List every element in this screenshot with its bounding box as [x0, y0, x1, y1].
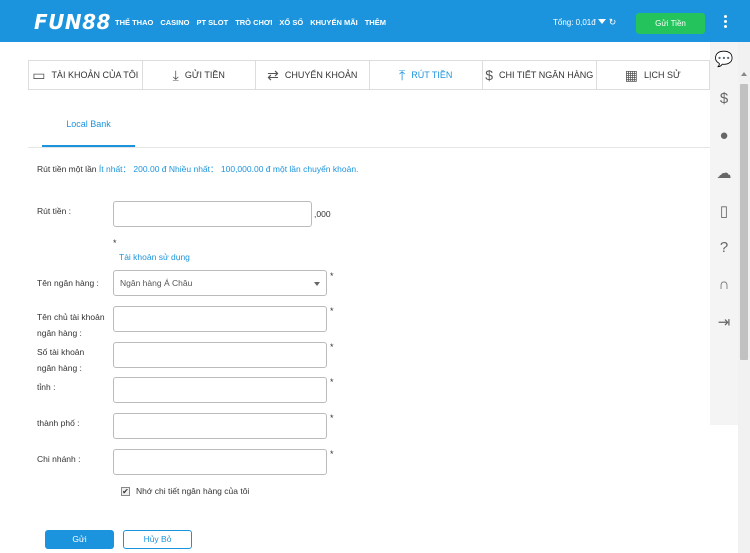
logo[interactable]: FUN88: [34, 10, 111, 34]
withdraw-limit-notice: Rút tiền một lần Ít nhất： 200.00 đ Nhiều…: [37, 163, 358, 175]
bank-name-label: Tên ngân hàng :: [37, 278, 99, 288]
holder-name-input[interactable]: [113, 306, 327, 332]
tab-deposit[interactable]: ⤓ GỬI TIỀN: [143, 61, 256, 89]
mobile-icon[interactable]: ▯: [714, 202, 734, 222]
nav-item-more[interactable]: THÊM: [365, 18, 386, 27]
scroll-thumb[interactable]: [740, 84, 748, 360]
nav-item-slot[interactable]: PT SLOT: [197, 18, 229, 27]
amount-input[interactable]: [113, 201, 312, 227]
notice-min-value: 200.00 đ: [133, 164, 167, 174]
chat-icon[interactable]: 💬: [714, 50, 734, 70]
balance-display[interactable]: Tổng: 0,01đ ↻: [553, 17, 616, 28]
tab-withdraw[interactable]: ⤒ RÚT TIỀN: [370, 61, 483, 89]
right-sidebar: 💬 $ ● ☁ ▯ ? ∩ ⇥: [710, 42, 738, 425]
required-mark: *: [330, 271, 334, 281]
main-nav: THỂ THAO CASINO PT SLOT TRÒ CHƠI XỔ SỐ K…: [115, 18, 386, 27]
deposit-button[interactable]: Gửi Tiền: [636, 13, 705, 34]
amount-label: Rút tiền :: [37, 206, 72, 216]
wallet-icon: ▭: [32, 66, 46, 83]
scrollbar[interactable]: [738, 42, 750, 553]
city-label: thành phố :: [37, 418, 80, 428]
account-in-use-link[interactable]: Tài khoản sử dụng: [119, 252, 190, 262]
dollar-circle-icon: $: [485, 67, 494, 83]
tab-label: GỬI TIỀN: [184, 70, 225, 80]
amount-suffix: ,000: [314, 209, 331, 219]
more-menu-icon[interactable]: [720, 13, 730, 31]
nav-item-promotions[interactable]: KHUYẾN MÃI: [310, 18, 358, 27]
caret-down-icon[interactable]: [597, 19, 606, 24]
account-number-label-2: ngân hàng :: [37, 363, 82, 373]
tab-label: CHUYỂN KHOẢN: [284, 70, 358, 80]
branch-label: Chi nhánh :: [37, 454, 81, 464]
tab-label: TÀI KHOẢN CỦA TÔI: [51, 70, 139, 80]
account-number-input[interactable]: [113, 342, 327, 368]
help-icon[interactable]: ?: [714, 238, 734, 258]
tab-label: RÚT TIỀN: [411, 70, 453, 80]
refresh-icon[interactable]: ↻: [609, 17, 617, 28]
notice-min-label: Ít nhất：: [98, 164, 132, 174]
notice-max-label: Nhiều nhất：: [168, 164, 219, 174]
tab-history[interactable]: ▦ LỊCH SỬ: [597, 61, 710, 89]
headset-icon[interactable]: ∩: [714, 275, 734, 295]
required-mark: *: [330, 306, 334, 316]
upload-icon: ⤒: [399, 66, 406, 83]
chevron-down-icon: [314, 282, 320, 286]
subtab-local-bank[interactable]: Local Bank: [42, 120, 135, 148]
required-mark: *: [113, 238, 117, 248]
notice-prefix: Rút tiền một lần: [37, 164, 97, 174]
branch-input[interactable]: [113, 449, 327, 475]
logout-icon[interactable]: ⇥: [714, 313, 734, 333]
city-input[interactable]: [113, 413, 327, 439]
download-icon: ⤓: [172, 66, 179, 83]
tab-label: CHI TIẾT NGÂN HÀNG: [499, 70, 594, 80]
province-input[interactable]: [113, 377, 327, 403]
province-label: tỉnh :: [37, 382, 56, 392]
account-tabs: ▭ TÀI KHOẢN CỦA TÔI ⤓ GỬI TIỀN ⇄ CHUYỂN …: [28, 60, 710, 90]
tab-transfer[interactable]: ⇄ CHUYỂN KHOẢN: [256, 61, 370, 89]
nav-item-lottery[interactable]: XỔ SỐ: [279, 18, 303, 27]
remember-bank-label: Nhớ chi tiết ngân hàng của tôi: [136, 486, 250, 496]
tab-my-account[interactable]: ▭ TÀI KHOẢN CỦA TÔI: [29, 61, 143, 89]
cancel-button[interactable]: Hủy Bỏ: [123, 530, 192, 549]
remember-bank-row: ✔ Nhớ chi tiết ngân hàng của tôi: [121, 486, 249, 496]
nav-item-games[interactable]: TRÒ CHƠI: [235, 18, 272, 27]
nav-item-casino[interactable]: CASINO: [160, 18, 189, 27]
calendar-icon: ▦: [624, 66, 639, 83]
tab-bank-details[interactable]: $ CHI TIẾT NGÂN HÀNG: [483, 61, 597, 89]
bank-selected-value: Ngân hàng Á Châu: [120, 278, 193, 288]
user-icon[interactable]: ●: [714, 126, 734, 146]
required-mark: *: [330, 413, 334, 423]
holder-name-label-2: ngân hàng :: [37, 328, 82, 338]
scroll-up-icon[interactable]: [741, 72, 747, 76]
bank-select[interactable]: Ngân hàng Á Châu: [113, 270, 327, 296]
remember-bank-checkbox[interactable]: ✔: [121, 486, 130, 496]
notice-max-value: 100,000.00 đ một lần chuyển khoản.: [220, 164, 359, 174]
transfer-icon: ⇄: [267, 66, 279, 83]
required-mark: *: [330, 449, 334, 459]
tab-label: LỊCH SỬ: [644, 70, 681, 80]
dollar-icon[interactable]: $: [714, 89, 734, 109]
nav-item-sports[interactable]: THỂ THAO: [115, 18, 153, 27]
top-bar: FUN88 THỂ THAO CASINO PT SLOT TRÒ CHƠI X…: [0, 0, 750, 42]
balance-text: Tổng: 0,01đ: [553, 18, 596, 27]
required-mark: *: [330, 342, 334, 352]
divider: [28, 147, 710, 148]
required-mark: *: [330, 377, 334, 387]
cloud-download-icon[interactable]: ☁: [714, 164, 734, 184]
submit-button[interactable]: Gửi: [45, 530, 114, 549]
